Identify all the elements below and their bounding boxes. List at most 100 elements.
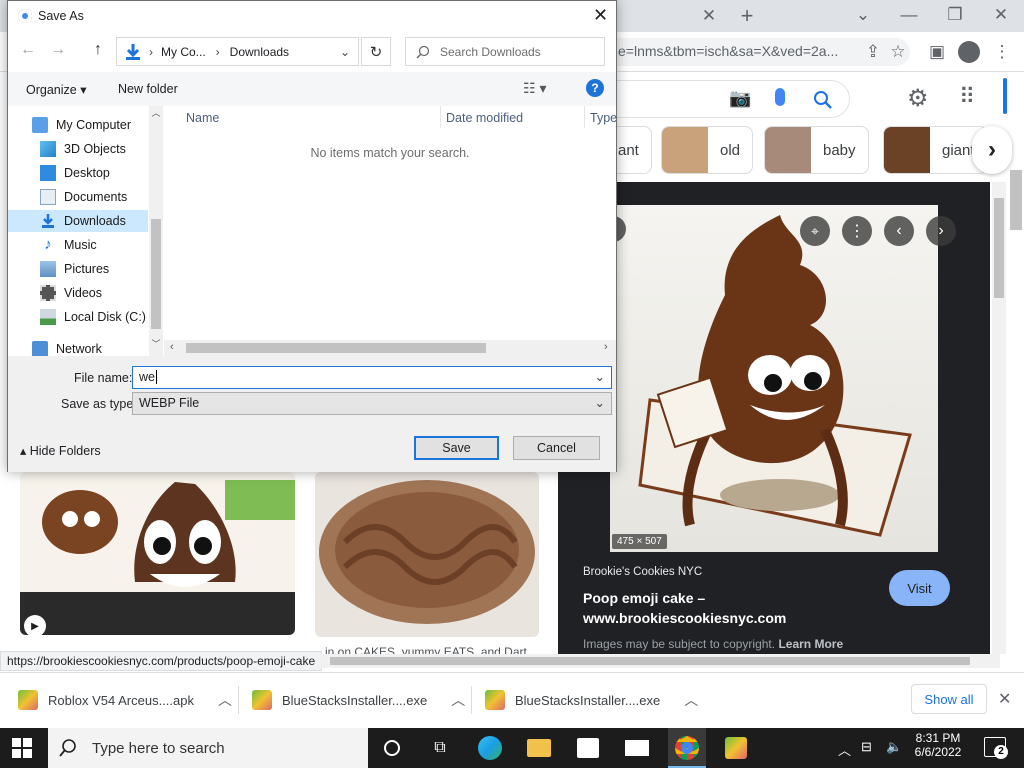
nav-item-pictures[interactable]: Pictures — [8, 258, 148, 280]
close-shelf-icon[interactable]: ✕ — [998, 689, 1011, 709]
help-icon[interactable]: ? — [586, 79, 604, 97]
scroll-up-icon[interactable]: ︿ — [149, 106, 163, 119]
nav-item-videos[interactable]: Videos — [8, 282, 148, 304]
column-date-modified[interactable]: Date modified — [446, 111, 523, 125]
tray-chevron-icon[interactable]: ︿ — [838, 740, 851, 759]
chrome-icon[interactable] — [672, 733, 702, 763]
result-image[interactable] — [315, 472, 539, 637]
related-chip[interactable]: baby — [764, 126, 869, 174]
bluestacks-icon[interactable] — [721, 733, 751, 763]
file-scroll-thumb[interactable] — [186, 343, 486, 353]
column-type[interactable]: Type — [590, 111, 617, 125]
preview-title-line2[interactable]: www.brookiescookiesnyc.com — [583, 610, 786, 626]
page-scroll-thumb[interactable] — [1010, 170, 1022, 230]
apps-grid-icon[interactable]: ⠿ — [959, 84, 975, 110]
up-arrow-icon[interactable]: ↑ — [94, 41, 102, 59]
forward-arrow-icon[interactable]: → — [50, 41, 66, 59]
new-folder-button[interactable]: New folder — [118, 82, 178, 96]
nav-item-3d-objects[interactable]: 3D Objects — [8, 138, 148, 160]
show-all-button[interactable]: Show all — [911, 684, 987, 714]
more-options-icon[interactable]: ⋮ — [842, 216, 872, 246]
visit-button[interactable]: Visit — [889, 570, 950, 606]
result-image[interactable] — [20, 472, 295, 635]
preview-scrollbar[interactable] — [992, 182, 1006, 654]
organize-menu[interactable]: Organize ▾ — [26, 82, 86, 97]
minimize-icon[interactable]: — — [897, 3, 921, 27]
scroll-thumb[interactable] — [994, 198, 1004, 298]
close-dialog-icon[interactable]: ✕ — [593, 5, 608, 26]
search-downloads-input[interactable]: Search Downloads — [405, 37, 605, 66]
close-window-icon[interactable]: ✕ — [989, 3, 1013, 27]
chips-next-chevron-icon[interactable]: › — [972, 126, 1012, 174]
learn-more-link[interactable]: Learn More — [778, 637, 843, 651]
nav-item-music[interactable]: ♪ Music — [8, 234, 148, 256]
volume-icon[interactable]: 🔈 — [886, 739, 902, 755]
clock[interactable]: 8:31 PM 6/6/2022 — [912, 731, 964, 759]
scroll-left-icon[interactable]: ‹ — [170, 341, 174, 353]
settings-gear-icon[interactable]: ⚙ — [907, 84, 929, 113]
nav-item-downloads[interactable]: Downloads — [8, 210, 148, 232]
h-scroll-thumb[interactable] — [330, 657, 970, 665]
view-options-icon[interactable]: ☷ ▾ — [523, 80, 546, 97]
new-tab-icon[interactable]: + — [735, 3, 759, 28]
scroll-down-icon[interactable]: ﹀ — [149, 337, 163, 350]
nav-item-my-computer[interactable]: My Computer — [8, 114, 148, 136]
lens-search-icon[interactable]: ⌖ — [800, 216, 830, 246]
source-name[interactable]: Brookie's Cookies NYC — [583, 566, 702, 578]
nav-scrollbar[interactable]: ︿ ﹀ — [149, 106, 163, 356]
google-search-box[interactable]: 📷 — [590, 80, 850, 118]
chevron-down-icon[interactable]: ⌄ — [595, 395, 605, 410]
nav-item-local-disk[interactable]: Local Disk (C:) — [8, 306, 148, 328]
nav-item-desktop[interactable]: Desktop — [8, 162, 148, 184]
mic-icon[interactable] — [775, 88, 785, 106]
download-item[interactable]: BlueStacksInstaller....exe ︿ — [485, 684, 698, 716]
profile-avatar[interactable] — [958, 41, 980, 63]
hide-folders-toggle[interactable]: ▴ Hide Folders — [20, 443, 101, 458]
tab-search-icon[interactable]: ⌄ — [851, 3, 875, 27]
address-breadcrumb[interactable]: › My Co... › Downloads ⌄ — [116, 37, 359, 66]
cancel-button[interactable]: Cancel — [513, 436, 600, 460]
download-item[interactable]: BlueStacksInstaller....exe ︿ — [252, 684, 465, 716]
refresh-button[interactable]: ↻ — [361, 37, 391, 66]
chevron-up-icon[interactable]: ︿ — [684, 690, 698, 710]
save-button[interactable]: Save — [414, 436, 499, 460]
play-icon[interactable]: ▶ — [24, 615, 46, 637]
preview-image[interactable] — [610, 205, 938, 552]
preview-title-line1[interactable]: Poop emoji cake – — [583, 590, 705, 606]
store-icon[interactable] — [573, 733, 603, 763]
save-type-select[interactable]: WEBP File ⌄ — [132, 392, 612, 415]
menu-icon[interactable]: ⋮ — [990, 40, 1014, 64]
column-name[interactable]: Name — [186, 111, 219, 125]
nav-item-documents[interactable]: Documents — [8, 186, 148, 208]
camera-icon[interactable]: 📷 — [729, 88, 751, 109]
horizontal-scrollbar[interactable] — [320, 654, 1000, 668]
side-panel-icon[interactable]: ▣ — [925, 40, 949, 64]
breadcrumb-item[interactable]: Downloads — [230, 45, 289, 59]
chevron-down-icon[interactable]: ⌄ — [595, 369, 605, 384]
file-name-input[interactable]: we ⌄ — [132, 366, 612, 389]
file-h-scrollbar[interactable]: ‹ › — [164, 340, 616, 356]
preview-forward-chevron-icon[interactable]: › — [926, 216, 956, 246]
chevron-down-icon[interactable]: ⌄ — [340, 45, 350, 59]
download-item[interactable]: Roblox V54 Arceus....apk ︿ — [18, 684, 232, 716]
bookmark-star-icon[interactable]: ☆ — [886, 40, 910, 64]
restore-icon[interactable]: ❐ — [943, 3, 967, 27]
back-arrow-icon[interactable]: ← — [20, 41, 36, 59]
close-tab-icon[interactable]: ✕ — [697, 4, 721, 28]
windows-start-icon[interactable] — [12, 738, 32, 758]
share-icon[interactable]: ⇪ — [861, 40, 885, 64]
preview-back-chevron-icon[interactable]: ‹ — [884, 216, 914, 246]
scroll-right-icon[interactable]: › — [604, 341, 608, 353]
mail-icon[interactable] — [622, 733, 652, 763]
taskbar-search-box[interactable]: Type here to search — [48, 728, 368, 768]
chevron-up-icon[interactable]: ︿ — [218, 690, 232, 710]
search-icon[interactable] — [813, 90, 833, 110]
nav-scroll-thumb[interactable] — [151, 219, 161, 329]
file-explorer-icon[interactable] — [524, 733, 554, 763]
related-chip[interactable]: old — [661, 126, 754, 174]
dialog-title-bar[interactable]: Save As ✕ — [8, 1, 616, 32]
breadcrumb-item[interactable]: My Co... — [161, 45, 206, 59]
chevron-up-icon[interactable]: ︿ — [451, 690, 465, 710]
cortana-icon[interactable] — [377, 733, 407, 763]
network-tray-icon[interactable]: ⊟ — [861, 739, 872, 755]
